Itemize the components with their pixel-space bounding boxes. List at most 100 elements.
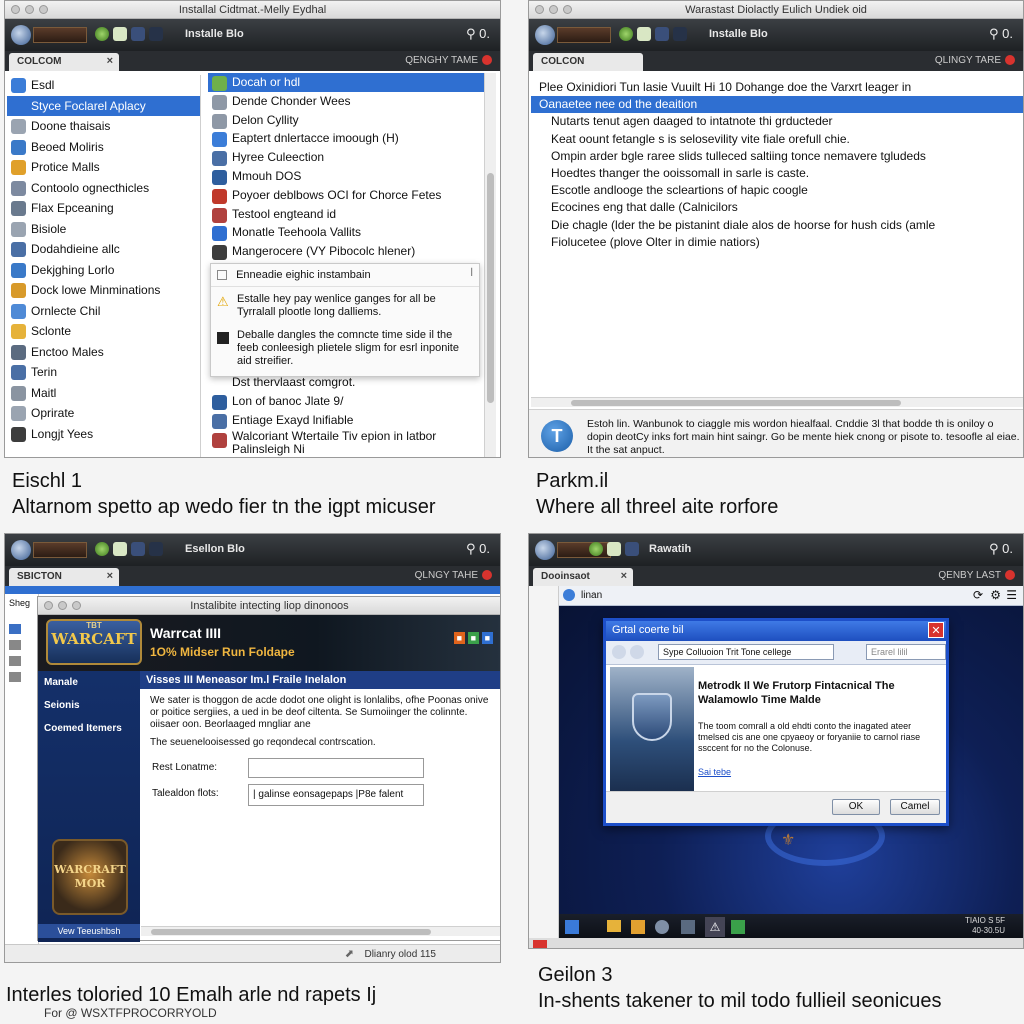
sidebar-item[interactable]: Styce Foclarel Aplacy — [7, 95, 200, 116]
content-item[interactable]: Entiage Exayd lnifiable — [208, 411, 486, 430]
nav-item[interactable]: Coemed Itemers — [38, 717, 140, 740]
content-item[interactable]: Mmouh DOS — [208, 167, 486, 186]
record-icon[interactable] — [1005, 570, 1015, 581]
close-dot[interactable] — [11, 5, 20, 14]
content-item[interactable]: Hyree Culeection — [208, 148, 486, 167]
search-icon[interactable]: ⚲ 0. — [466, 541, 490, 557]
zoom-dot[interactable] — [563, 5, 572, 14]
scroll-thumb[interactable] — [151, 929, 431, 935]
sidebar-item[interactable]: Dock lowe Minminations — [7, 280, 200, 301]
app-logo-icon[interactable] — [535, 540, 555, 560]
minimize-dot[interactable] — [25, 5, 34, 14]
sidebar-item[interactable]: Ornlecte Chil — [7, 301, 200, 322]
ok-button[interactable]: OK — [832, 799, 880, 815]
warning-icon[interactable]: ⚠ — [705, 917, 725, 937]
content-scrollbar[interactable] — [484, 73, 496, 457]
scroll-thumb[interactable] — [487, 173, 494, 403]
sidebar-item[interactable]: Bisiole — [7, 219, 200, 240]
side-icon[interactable] — [9, 656, 21, 666]
scroll-thumb[interactable] — [571, 400, 901, 406]
dialog-link[interactable]: Sai tebe — [698, 767, 731, 777]
content-item[interactable]: Eaptert dnlertacce imoough (H) — [208, 129, 486, 148]
cancel-button[interactable]: Camel — [890, 799, 940, 815]
media-icon[interactable] — [681, 920, 695, 934]
chart-icon[interactable] — [607, 542, 621, 556]
sidebar-item[interactable]: Dekjghing Lorlo — [7, 260, 200, 281]
text-line[interactable]: Hoedtes thanger the ooissomall in sarle … — [531, 165, 1023, 182]
shield-icon[interactable] — [131, 542, 145, 556]
close-icon[interactable]: × — [107, 55, 113, 67]
chart-icon[interactable] — [731, 920, 745, 934]
search-icon[interactable]: ⚲ 0. — [989, 26, 1013, 42]
shield-icon[interactable] — [625, 542, 639, 556]
chart-icon[interactable] — [637, 27, 651, 41]
tab-sbicton[interactable]: SBICTON × — [9, 568, 119, 586]
zoom-dot[interactable] — [39, 5, 48, 14]
sidebar-item[interactable]: Beoed Moliris — [7, 137, 200, 158]
sidebar-item[interactable]: Protice Malls — [7, 157, 200, 178]
window-controls[interactable] — [44, 601, 81, 610]
search-combobox[interactable]: Erarel lilil — [866, 644, 946, 660]
side-icon[interactable] — [9, 640, 21, 650]
text-line[interactable]: Oanaetee nee od the deaition — [531, 96, 1023, 114]
search-icon[interactable]: ⚲ 0. — [466, 26, 490, 42]
minimize-dot[interactable] — [58, 601, 67, 610]
chart-icon[interactable] — [113, 27, 127, 41]
shield-icon[interactable] — [655, 27, 669, 41]
text-line[interactable]: Ompin arder bgle raree slids tulleced sa… — [531, 148, 1023, 165]
close-icon[interactable]: × — [107, 570, 113, 582]
globe-icon[interactable] — [95, 542, 109, 556]
tab-document[interactable]: Dooinsaot × — [533, 568, 633, 586]
app-logo-icon[interactable] — [11, 25, 31, 45]
sidebar-item[interactable]: Oprirate — [7, 403, 200, 424]
horizontal-scrollbar[interactable] — [141, 926, 500, 936]
content-item[interactable]: Poyoer deblbows OCI for Chorce Fetes — [208, 186, 486, 205]
sidebar-item[interactable]: Terin — [7, 362, 200, 383]
content-item[interactable]: Delon Cyllity — [208, 111, 486, 130]
app-logo-icon[interactable] — [11, 540, 31, 560]
content-item[interactable]: Testool engteand id — [208, 205, 486, 224]
zoom-dot[interactable] — [72, 601, 81, 610]
globe-icon[interactable] — [95, 27, 109, 41]
window-controls[interactable] — [535, 5, 572, 14]
globe-icon[interactable] — [589, 542, 603, 556]
text-line[interactable]: Die chagle (lder the be pistanint diale … — [531, 217, 1023, 234]
sidebar-item[interactable]: Contoolo ognecthicles — [7, 178, 200, 199]
app-logo-icon[interactable] — [535, 25, 555, 45]
content-item[interactable]: Dende Chonder Wees — [208, 92, 486, 111]
app-icon[interactable] — [631, 920, 645, 934]
flag-icon[interactable] — [149, 542, 163, 556]
content-item[interactable]: Lon of banoc Jlate 9/ — [208, 392, 486, 411]
content-item[interactable]: Walcoriant Wtertaile Tiv epion in latbor… — [208, 430, 486, 457]
pin-icon[interactable]: ꟾ — [470, 268, 473, 279]
text-line[interactable]: Fiolucetee (plove Olter in dimie natiors… — [531, 234, 1023, 251]
close-icon[interactable]: × — [621, 570, 627, 582]
chart-icon[interactable] — [113, 542, 127, 556]
sidebar-item[interactable]: Esdl — [7, 75, 200, 96]
shield-icon[interactable] — [131, 27, 145, 41]
search-icon[interactable]: ⚲ 0. — [989, 541, 1013, 557]
back-icon[interactable] — [612, 645, 626, 659]
start-icon[interactable] — [565, 920, 579, 934]
horizontal-scrollbar[interactable] — [531, 397, 1023, 407]
text-line[interactable]: Nutarts tenut agen daaged to intatnote t… — [531, 113, 1023, 130]
text-line[interactable]: Plee Oxinidiori Tun lasie Vuuilt Hi 10 D… — [531, 79, 1023, 96]
flag-icon[interactable] — [673, 27, 687, 41]
tab-colcom[interactable]: COLCOM × — [9, 53, 119, 71]
close-icon[interactable]: ✕ — [928, 622, 944, 638]
text-line[interactable]: Ecocines eng that dalle (Calnicilors — [531, 199, 1023, 216]
refresh-icon[interactable]: ⟳ — [973, 588, 983, 602]
record-icon[interactable] — [482, 570, 492, 581]
nav-item[interactable]: Manale — [38, 671, 140, 694]
resize-icon[interactable]: ⬈ — [345, 947, 354, 960]
minimize-dot[interactable] — [549, 5, 558, 14]
tab-colcon[interactable]: COLCON — [533, 53, 643, 71]
path-field[interactable]: | galinse eonsagepaps |P8e falent — [248, 784, 424, 806]
sidebar-item[interactable]: Enctoo Males — [7, 342, 200, 363]
sidebar-item[interactable]: Flax Epceaning — [7, 198, 200, 219]
folder-icon[interactable] — [607, 920, 621, 932]
window-controls[interactable] — [11, 5, 48, 14]
path-combobox[interactable]: Sype Colluoion Trit Tone cellege — [658, 644, 834, 660]
side-icon[interactable] — [9, 624, 21, 634]
forward-icon[interactable] — [630, 645, 644, 659]
